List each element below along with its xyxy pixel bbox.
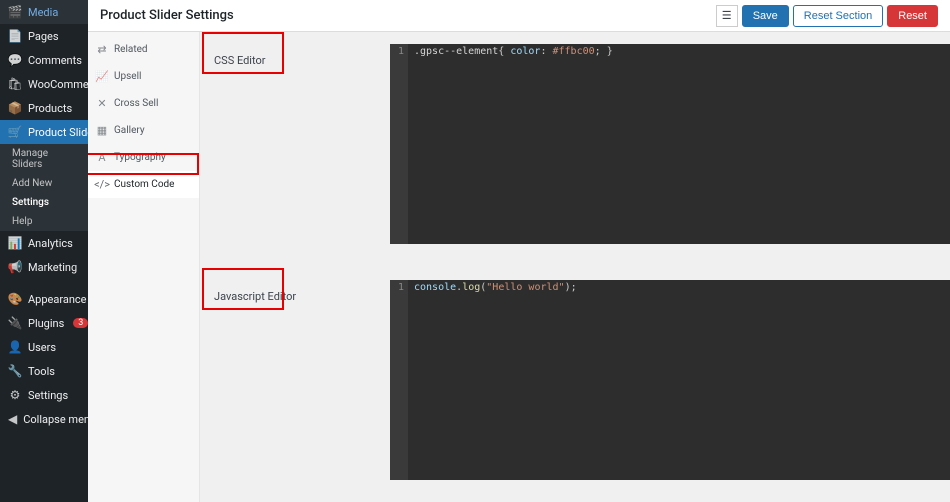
sidebar-label: Plugins [28, 317, 64, 330]
collapse-icon: ◀ [8, 412, 17, 426]
tab-gallery[interactable]: ▦ Gallery [88, 117, 199, 144]
page-header: Product Slider Settings ☰ Save Reset Sec… [88, 0, 950, 32]
tab-label: Related [114, 44, 148, 55]
marketing-icon: 📢 [8, 260, 22, 274]
appearance-icon: 🎨 [8, 292, 22, 306]
sidebar-item-users[interactable]: 👤 Users [0, 335, 88, 359]
css-code[interactable]: .gpsc--element{ color: #ffbc00; } [408, 44, 950, 244]
upsell-icon: 📈 [96, 70, 108, 83]
sidebar-label: Collapse menu [23, 413, 88, 426]
sidebar-item-product-slider[interactable]: 🛒 Product Slider [0, 120, 88, 144]
sidebar-label: Media [28, 6, 58, 19]
tab-related[interactable]: ⇄ Related [88, 36, 199, 63]
typography-icon: A [96, 151, 108, 164]
sidebar-label: Analytics [28, 237, 73, 250]
tab-label: Custom Code [114, 179, 174, 190]
sidebar-item-marketing[interactable]: 📢 Marketing [0, 255, 88, 279]
reset-section-button[interactable]: Reset Section [793, 5, 883, 27]
sidebar-submenu: Manage Sliders Add New Settings Help [0, 144, 88, 231]
tab-label: Typography [114, 152, 166, 163]
tab-label: Upsell [114, 71, 141, 82]
sidebar-item-media[interactable]: 🎬 Media [0, 0, 88, 24]
sidebar-label: Users [28, 341, 56, 354]
submenu-add-new[interactable]: Add New [0, 174, 88, 193]
woocommerce-icon: 🛍 [8, 77, 22, 91]
tab-upsell[interactable]: 📈 Upsell [88, 63, 199, 90]
line-gutter: 1 [390, 280, 408, 480]
js-editor[interactable]: 1 console.log("Hello world"); [390, 280, 950, 480]
cross-sell-icon: ✕ [96, 97, 108, 110]
list-view-icon[interactable]: ☰ [716, 5, 738, 27]
sidebar-item-settings[interactable]: ⚙ Settings [0, 383, 88, 407]
products-icon: 📦 [8, 101, 22, 115]
tab-custom-code[interactable]: </> Custom Code [88, 171, 199, 198]
update-badge: 3 [73, 318, 88, 328]
shuffle-icon: ⇄ [96, 43, 108, 56]
submenu-settings[interactable]: Settings [0, 193, 88, 212]
wp-admin-sidebar: 🎬 Media 📄 Pages 💬 Comments 🛍 WooCommerce 📦 Pr… [0, 0, 88, 502]
page-icon: 📄 [8, 29, 22, 43]
tab-cross-sell[interactable]: ✕ Cross Sell [88, 90, 199, 117]
tools-icon: 🔧 [8, 364, 22, 378]
line-gutter: 1 [390, 44, 408, 244]
analytics-icon: 📊 [8, 236, 22, 250]
comment-icon: 💬 [8, 53, 22, 67]
media-icon: 🎬 [8, 5, 22, 19]
sidebar-label: Products [28, 102, 72, 115]
page-title: Product Slider Settings [100, 8, 234, 23]
tab-label: Cross Sell [114, 98, 158, 109]
sidebar-label: Pages [28, 30, 59, 43]
cart-icon: 🛒 [8, 125, 22, 139]
sidebar-item-woocommerce[interactable]: 🛍 WooCommerce [0, 72, 88, 96]
sidebar-label: Tools [28, 365, 55, 378]
plugin-icon: 🔌 [8, 316, 22, 330]
sidebar-label: WooCommerce [28, 78, 88, 91]
sidebar-label: Marketing [28, 261, 77, 274]
js-code[interactable]: console.log("Hello world"); [408, 280, 950, 480]
users-icon: 👤 [8, 340, 22, 354]
gear-icon: ⚙ [8, 388, 22, 402]
sidebar-item-tools[interactable]: 🔧 Tools [0, 359, 88, 383]
sidebar-item-analytics[interactable]: 📊 Analytics [0, 231, 88, 255]
sidebar-label: Comments [28, 54, 82, 67]
css-editor-label: CSS Editor [214, 54, 265, 67]
sidebar-item-pages[interactable]: 📄 Pages [0, 24, 88, 48]
submenu-manage-sliders[interactable]: Manage Sliders [0, 144, 88, 174]
sidebar-label: Appearance [28, 293, 87, 306]
css-editor[interactable]: 1 .gpsc--element{ color: #ffbc00; } [390, 44, 950, 244]
sidebar-item-plugins[interactable]: 🔌 Plugins 3 [0, 311, 88, 335]
sidebar-item-appearance[interactable]: 🎨 Appearance [0, 287, 88, 311]
sidebar-label: Settings [28, 389, 68, 402]
submenu-help[interactable]: Help [0, 212, 88, 231]
tab-label: Gallery [114, 125, 145, 136]
gallery-icon: ▦ [96, 124, 108, 137]
sidebar-item-products[interactable]: 📦 Products [0, 96, 88, 120]
tab-typography[interactable]: A Typography [88, 144, 199, 171]
sidebar-item-collapse[interactable]: ◀ Collapse menu [0, 407, 88, 431]
js-editor-label: Javascript Editor [214, 290, 296, 303]
sidebar-item-comments[interactable]: 💬 Comments [0, 48, 88, 72]
reset-button[interactable]: Reset [887, 5, 938, 27]
sidebar-label: Product Slider [28, 126, 88, 139]
save-button[interactable]: Save [742, 5, 789, 27]
settings-tabs: ⇄ Related 📈 Upsell ✕ Cross Sell ▦ Gallery AT… [88, 32, 200, 502]
settings-content: CSS Editor Javascript Editor 1 .gpsc--el… [200, 32, 950, 502]
code-icon: </> [96, 178, 108, 191]
